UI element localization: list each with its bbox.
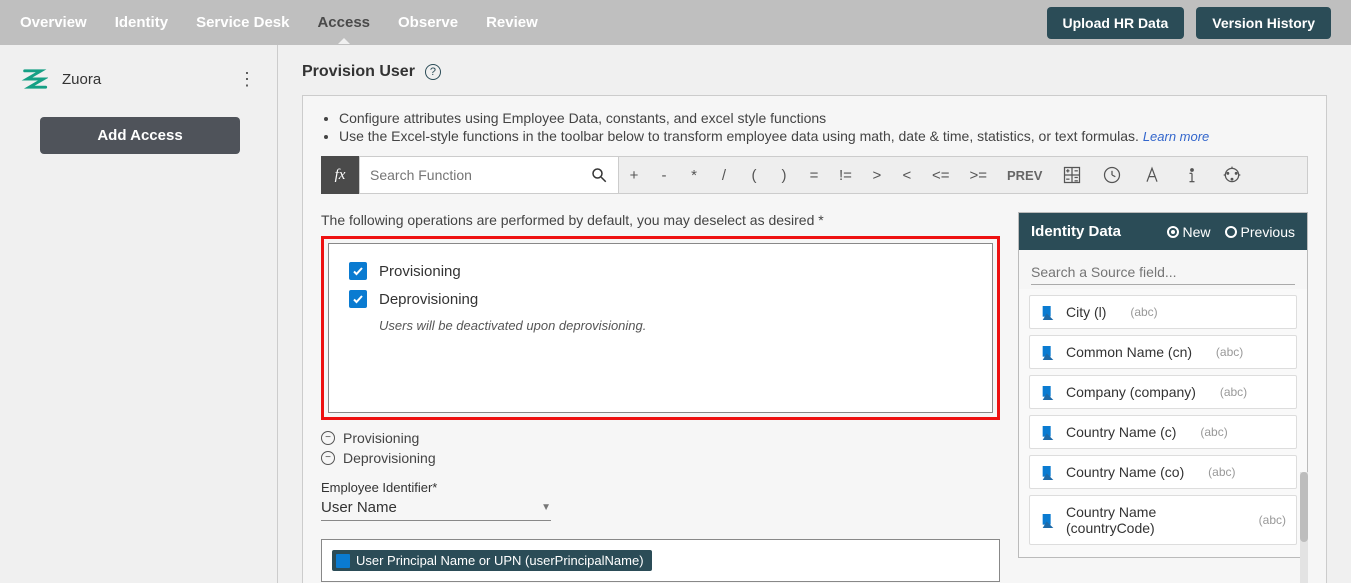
- source-icon: [1040, 384, 1056, 400]
- operations-box: Provisioning Deprovisioning Users will b…: [328, 243, 993, 413]
- tab-service-desk[interactable]: Service Desk: [196, 2, 289, 43]
- tab-access[interactable]: Access: [317, 2, 370, 43]
- op-rparen[interactable]: ): [769, 157, 799, 193]
- employee-identifier-select[interactable]: User Name ▼: [321, 495, 551, 521]
- search-icon[interactable]: [590, 166, 608, 184]
- kebab-menu-icon[interactable]: ⋮: [237, 69, 257, 90]
- chip-label: User Principal Name or UPN (userPrincipa…: [356, 553, 644, 568]
- op-eq[interactable]: =: [799, 157, 829, 193]
- upload-hr-button[interactable]: Upload HR Data: [1047, 7, 1185, 39]
- caret-down-icon: ▼: [541, 502, 551, 513]
- tab-identity[interactable]: Identity: [115, 2, 168, 43]
- deprov-note: Users will be deactivated upon deprovisi…: [379, 318, 972, 333]
- op-mult[interactable]: *: [679, 157, 709, 193]
- nav-tabs: Overview Identity Service Desk Access Ob…: [20, 2, 1047, 43]
- app-row: Zuora ⋮: [20, 65, 257, 93]
- source-icon: [1040, 512, 1056, 528]
- tab-review[interactable]: Review: [486, 2, 538, 43]
- identity-item-countrycode[interactable]: Country Name (countryCode) (abc): [1029, 495, 1297, 545]
- page-title: Provision User: [302, 63, 415, 81]
- search-function-input[interactable]: [370, 159, 590, 191]
- identity-item-c[interactable]: Country Name (c) (abc): [1029, 415, 1297, 449]
- op-lparen[interactable]: (: [739, 157, 769, 193]
- collapse-deprovisioning[interactable]: − Deprovisioning: [321, 450, 1000, 466]
- source-icon: [1040, 464, 1056, 480]
- op-minus[interactable]: -: [649, 157, 679, 193]
- op-neq[interactable]: !=: [829, 157, 862, 193]
- help-text-1: Configure attributes using Employee Data…: [339, 110, 1308, 126]
- prev-button[interactable]: PREV: [997, 157, 1052, 193]
- function-toolbar: fx + - * / ( ) = != > < <= >=: [321, 156, 1308, 194]
- tab-observe[interactable]: Observe: [398, 2, 458, 43]
- add-access-button[interactable]: Add Access: [40, 117, 240, 154]
- info-icon[interactable]: [1172, 157, 1212, 193]
- source-icon: [1040, 304, 1056, 320]
- radio-previous[interactable]: Previous: [1225, 224, 1295, 240]
- deprovisioning-checkbox[interactable]: [349, 290, 367, 308]
- top-nav: Overview Identity Service Desk Access Ob…: [0, 0, 1351, 45]
- source-icon: [1040, 344, 1056, 360]
- provisioning-label: Provisioning: [379, 263, 461, 280]
- chip-source-icon: [336, 554, 350, 568]
- math-icon[interactable]: [1052, 157, 1092, 193]
- minus-icon: −: [321, 451, 335, 465]
- sidebar: Zuora ⋮ Add Access: [0, 45, 278, 583]
- source-icon: [1040, 424, 1056, 440]
- op-gte[interactable]: >=: [959, 157, 997, 193]
- collapse-provisioning[interactable]: − Provisioning: [321, 430, 1000, 446]
- stats-icon[interactable]: [1212, 157, 1252, 193]
- op-gt[interactable]: >: [862, 157, 892, 193]
- config-panel: Configure attributes using Employee Data…: [302, 95, 1327, 583]
- identity-data-panel: Identity Data New Previous City (l) (abc…: [1018, 212, 1308, 558]
- text-icon[interactable]: [1132, 157, 1172, 193]
- identity-item-cn[interactable]: Common Name (cn) (abc): [1029, 335, 1297, 369]
- learn-more-link[interactable]: Learn more: [1143, 129, 1209, 144]
- collapse-deprovisioning-label: Deprovisioning: [343, 450, 436, 466]
- op-plus[interactable]: +: [619, 157, 649, 193]
- version-history-button[interactable]: Version History: [1196, 7, 1331, 39]
- attribute-chip-box[interactable]: User Principal Name or UPN (userPrincipa…: [321, 539, 1000, 582]
- minus-icon: −: [321, 431, 335, 445]
- collapse-provisioning-label: Provisioning: [343, 430, 419, 446]
- op-lte[interactable]: <=: [922, 157, 960, 193]
- identity-item-company[interactable]: Company (company) (abc): [1029, 375, 1297, 409]
- clock-icon[interactable]: [1092, 157, 1132, 193]
- radio-new[interactable]: New: [1167, 224, 1211, 240]
- employee-identifier-label: Employee Identifier*: [321, 480, 1000, 495]
- identity-title: Identity Data: [1031, 223, 1121, 240]
- scrollbar-thumb[interactable]: [1300, 472, 1308, 542]
- zuora-logo-icon: [20, 65, 48, 93]
- fx-icon: fx: [321, 156, 359, 194]
- op-div[interactable]: /: [709, 157, 739, 193]
- help-icon[interactable]: ?: [425, 64, 441, 80]
- toolbar-buttons: + - * / ( ) = != > < <= >= PREV: [619, 156, 1308, 194]
- highlight-box: Provisioning Deprovisioning Users will b…: [321, 236, 1000, 420]
- ops-note: The following operations are performed b…: [321, 212, 1000, 228]
- search-function-box: [359, 156, 619, 194]
- provisioning-checkbox[interactable]: [349, 262, 367, 280]
- op-lt[interactable]: <: [892, 157, 922, 193]
- identity-list[interactable]: City (l) (abc) Common Name (cn) (abc) Co…: [1019, 289, 1307, 557]
- identity-search-input[interactable]: [1031, 260, 1295, 285]
- identity-header: Identity Data New Previous: [1019, 213, 1307, 250]
- employee-identifier-value: User Name: [321, 499, 397, 516]
- main-content: Provision User ? Configure attributes us…: [278, 45, 1351, 583]
- scrollbar[interactable]: [1300, 472, 1308, 583]
- identity-item-co[interactable]: Country Name (co) (abc): [1029, 455, 1297, 489]
- deprovisioning-label: Deprovisioning: [379, 291, 478, 308]
- nav-actions: Upload HR Data Version History: [1047, 7, 1332, 39]
- tab-overview[interactable]: Overview: [20, 2, 87, 43]
- upn-chip[interactable]: User Principal Name or UPN (userPrincipa…: [332, 550, 652, 571]
- help-text-2: Use the Excel-style functions in the too…: [339, 128, 1308, 144]
- app-name: Zuora: [62, 71, 223, 88]
- identity-item-city[interactable]: City (l) (abc): [1029, 295, 1297, 329]
